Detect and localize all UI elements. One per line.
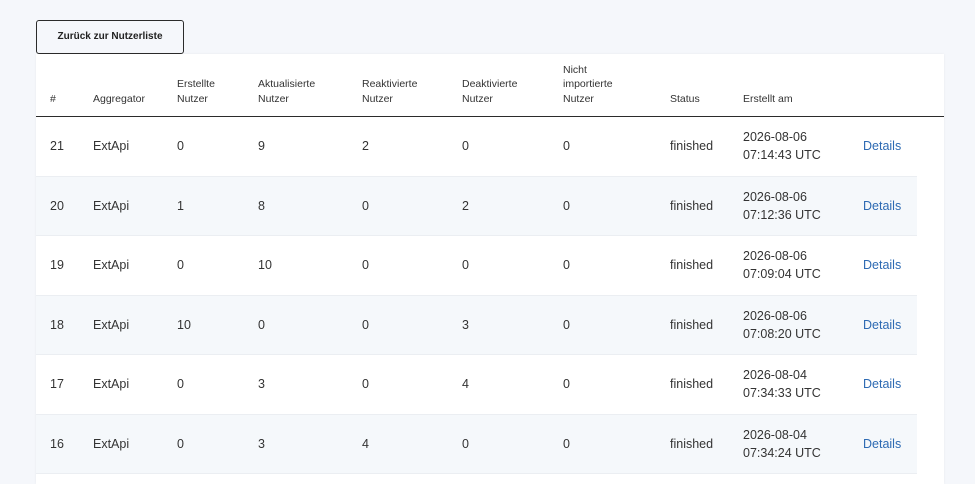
cell-created-at: 2026-08-04 07:34:24 UTC [743, 427, 821, 460]
column-header-not-imported-users: Nicht importierte Nutzer [563, 63, 613, 105]
cell-updated-users: 0 [258, 317, 265, 332]
cell-aggregator: ExtApi [93, 436, 130, 451]
details-link[interactable]: Details [863, 197, 901, 215]
cell-deactivated-users: 0 [462, 258, 469, 273]
cell-aggregator: ExtApi [93, 317, 130, 332]
cell-not-imported-users: 0 [563, 258, 570, 273]
cell-id: 17 [50, 377, 64, 392]
column-header-aggregator: Aggregator [93, 92, 145, 105]
table-row: 20 ExtApi 1 8 0 2 0 finished 2026-08-06 … [36, 176, 917, 236]
cell-created-at: 2026-08-06 07:09:04 UTC [743, 249, 821, 282]
cell-reactivated-users: 0 [362, 198, 369, 213]
cell-id: 18 [50, 317, 64, 332]
details-link[interactable]: Details [863, 256, 901, 274]
column-header-id: # [50, 92, 56, 105]
cell-created-users: 0 [177, 377, 184, 392]
cell-status: finished [670, 258, 714, 273]
cell-not-imported-users: 0 [563, 317, 570, 332]
cell-updated-users: 8 [258, 198, 265, 213]
cell-status: finished [670, 317, 714, 332]
cell-id: 20 [50, 198, 64, 213]
table-row: 17 ExtApi 0 3 0 4 0 finished 2026-08-04 … [36, 355, 917, 415]
details-link[interactable]: Details [863, 316, 901, 334]
cell-not-imported-users: 0 [563, 198, 570, 213]
column-header-created-at: Erstellt am [743, 92, 793, 105]
table-row: 16 ExtApi 0 3 4 0 0 finished 2026-08-04 … [36, 414, 917, 474]
import-runs-table: # Aggregator Erstellte Nutzer Aktualisie… [36, 54, 944, 484]
table-row: 19 ExtApi 0 10 0 0 0 finished 2026-08-06… [36, 236, 917, 296]
cell-status: finished [670, 198, 714, 213]
column-header-reactivated-users: Reaktivierte Nutzer [362, 78, 418, 105]
cell-aggregator: ExtApi [93, 139, 130, 154]
table-row: 21 ExtApi 0 9 2 0 0 finished 2026-08-06 … [36, 117, 917, 177]
cell-deactivated-users: 3 [462, 317, 469, 332]
details-link[interactable]: Details [863, 435, 901, 453]
back-to-user-list-button[interactable]: Zurück zur Nutzerliste [36, 20, 184, 54]
cell-created-users: 1 [177, 198, 184, 213]
cell-deactivated-users: 0 [462, 436, 469, 451]
cell-status: finished [670, 377, 714, 392]
cell-not-imported-users: 0 [563, 139, 570, 154]
cell-created-at: 2026-08-06 07:14:43 UTC [743, 130, 821, 163]
column-header-created-users: Erstellte Nutzer [177, 78, 215, 105]
cell-reactivated-users: 0 [362, 317, 369, 332]
cell-status: finished [670, 436, 714, 451]
cell-deactivated-users: 0 [462, 139, 469, 154]
cell-updated-users: 10 [258, 258, 272, 273]
cell-created-users: 0 [177, 436, 184, 451]
details-link[interactable]: Details [863, 375, 901, 393]
cell-aggregator: ExtApi [93, 258, 130, 273]
cell-reactivated-users: 0 [362, 377, 369, 392]
cell-created-users: 10 [177, 317, 191, 332]
cell-created-users: 0 [177, 258, 184, 273]
cell-not-imported-users: 0 [563, 377, 570, 392]
cell-reactivated-users: 4 [362, 436, 369, 451]
cell-aggregator: ExtApi [93, 377, 130, 392]
cell-id: 16 [50, 436, 64, 451]
cell-reactivated-users: 0 [362, 258, 369, 273]
table-row: 18 ExtApi 10 0 0 3 0 finished 2026-08-06… [36, 295, 917, 355]
cell-deactivated-users: 2 [462, 198, 469, 213]
cell-reactivated-users: 2 [362, 139, 369, 154]
cell-updated-users: 9 [258, 139, 265, 154]
details-link[interactable]: Details [863, 137, 901, 155]
cell-id: 21 [50, 139, 64, 154]
cell-created-at: 2026-08-06 07:08:20 UTC [743, 308, 821, 341]
column-header-updated-users: Aktualisierte Nutzer [258, 78, 316, 105]
column-header-status: Status [670, 92, 700, 105]
table-body: 21 ExtApi 0 9 2 0 0 finished 2026-08-06 … [36, 117, 917, 474]
column-header-deactivated-users: Deaktivierte Nutzer [462, 78, 518, 105]
cell-created-at: 2026-08-06 07:12:36 UTC [743, 189, 821, 222]
cell-not-imported-users: 0 [563, 436, 570, 451]
cell-updated-users: 3 [258, 377, 265, 392]
cell-created-users: 0 [177, 139, 184, 154]
cell-status: finished [670, 139, 714, 154]
cell-id: 19 [50, 258, 64, 273]
cell-deactivated-users: 4 [462, 377, 469, 392]
table-header: # Aggregator Erstellte Nutzer Aktualisie… [36, 54, 944, 117]
cell-updated-users: 3 [258, 436, 265, 451]
cell-aggregator: ExtApi [93, 198, 130, 213]
cell-created-at: 2026-08-04 07:34:33 UTC [743, 368, 821, 401]
